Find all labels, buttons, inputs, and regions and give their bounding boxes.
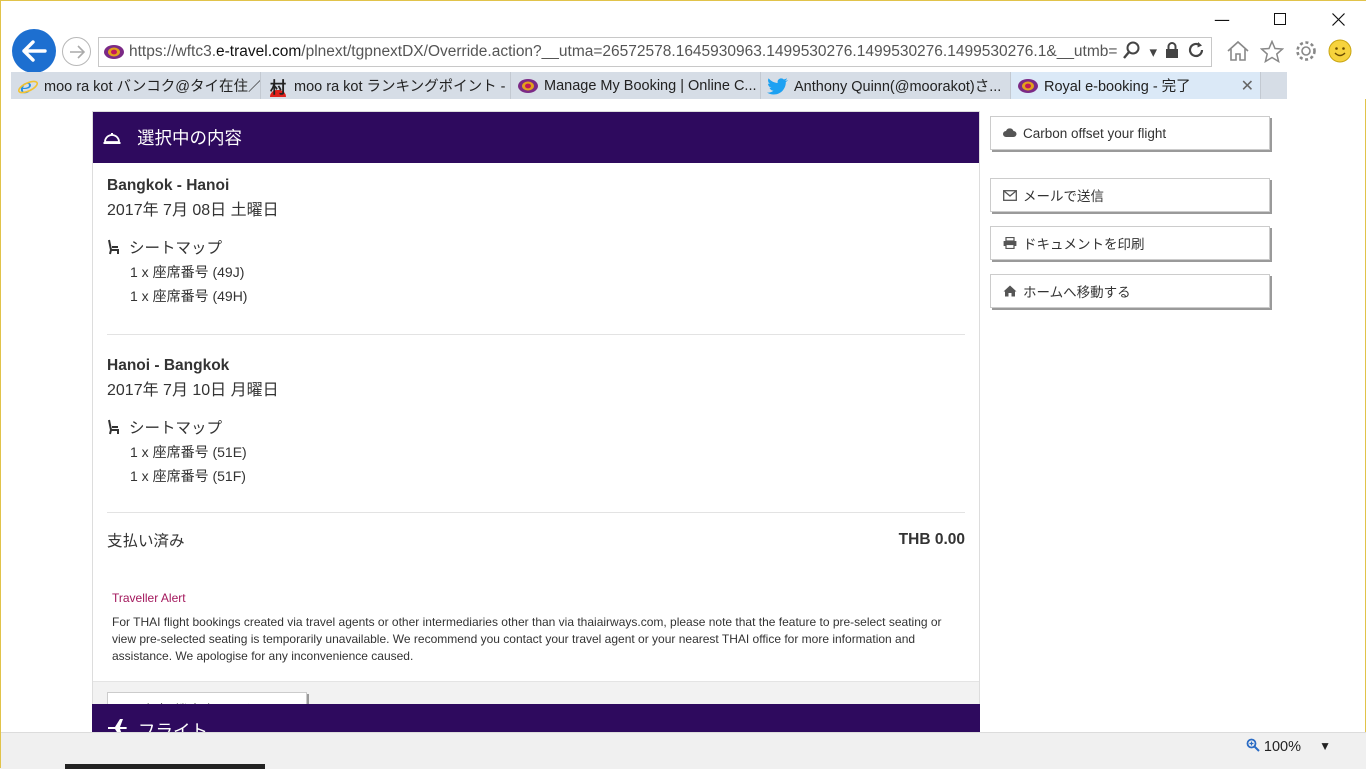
favorites-star-icon[interactable] <box>1259 37 1285 65</box>
flight-segment: Hanoi - Bangkok 2017年 7月 10日 月曜日 シートマップ … <box>107 357 965 486</box>
segment-route: Bangkok - Hanoi <box>107 177 230 194</box>
forward-arrow-icon <box>69 44 85 59</box>
zoom-dropdown-icon[interactable]: ▼ <box>1319 739 1331 753</box>
seatmap-label: シートマップ <box>129 420 223 437</box>
tab-moo-ra-kot-blog[interactable]: e moo ra kot バンコク@タイ在住／... <box>11 72 261 99</box>
alert-title: Traveller Alert <box>112 591 186 605</box>
seat-item: 1 x 座席番号 (49H) <box>130 288 248 304</box>
tab-twitter[interactable]: Anthony Quinn(@moorakot)さ... <box>761 72 1011 99</box>
thai-logo-icon <box>517 75 539 97</box>
dropdown-arrow-icon[interactable]: ▾ <box>1149 43 1157 61</box>
browser-right-icons <box>1225 37 1353 65</box>
envelope-icon <box>1003 189 1019 201</box>
minimize-icon[interactable]: — <box>1193 1 1251 37</box>
booking-summary-panel: 選択中の内容 Bangkok - Hanoi 2017年 7月 08日 土曜日 … <box>92 111 980 732</box>
segment-date: 2017年 7月 08日 土曜日 <box>107 202 279 219</box>
go-home-button[interactable]: ホームへ移動する <box>990 274 1270 308</box>
print-documents-button[interactable]: ドキュメントを印刷 <box>990 226 1270 260</box>
seat-icon <box>107 239 129 255</box>
paid-label: 支払い済み <box>107 533 185 550</box>
browser-window: — https://wftc3.e-travel.com/plnext/tgpn… <box>0 0 1366 769</box>
settings-gear-icon[interactable] <box>1293 37 1319 65</box>
printer-icon <box>1003 237 1019 249</box>
paid-amount: THB 0.00 <box>898 531 965 548</box>
alert-text: For THAI flight bookings created via tra… <box>112 615 942 663</box>
feedback-smiley-icon[interactable] <box>1327 37 1353 65</box>
seat-item: 1 x 座席番号 (51F) <box>130 468 246 484</box>
forward-button[interactable] <box>62 37 91 66</box>
zoom-magnifier-icon <box>1246 738 1260 756</box>
tab-manage-booking[interactable]: Manage My Booking | Online C... <box>511 72 761 99</box>
thai-logo-icon <box>1017 75 1039 97</box>
summary-title: 選択中の内容 <box>137 128 242 148</box>
search-icon[interactable] <box>1123 41 1141 63</box>
seat-item: 1 x 座席番号 (51E) <box>130 444 247 460</box>
thai-logo-icon <box>99 38 129 66</box>
seatmap-heading: シートマップ <box>107 416 965 438</box>
segment-date: 2017年 7月 10日 月曜日 <box>107 382 279 399</box>
summary-header: 選択中の内容 <box>93 112 979 163</box>
back-button[interactable] <box>12 29 56 73</box>
new-tab-button[interactable] <box>1261 72 1287 99</box>
tab-ranking[interactable]: 村 moo ra kot ランキングポイント - に... <box>261 72 511 99</box>
home-icon[interactable] <box>1225 37 1251 65</box>
zoom-control[interactable]: 100% <box>1246 738 1301 756</box>
lock-icon[interactable] <box>1165 41 1179 63</box>
flight-section-header: フライト <box>92 704 980 732</box>
tab-strip: e moo ra kot バンコク@タイ在住／... 村 moo ra kot … <box>11 72 1287 99</box>
service-bell-icon <box>103 131 127 145</box>
back-arrow-icon <box>22 40 47 62</box>
ie-icon: e <box>17 75 39 97</box>
refresh-icon[interactable] <box>1187 41 1205 63</box>
seatmap-heading: シートマップ <box>107 236 965 258</box>
window-controls: — <box>1193 1 1366 37</box>
traveller-alert: Traveller Alert For THAI flight bookings… <box>107 551 965 665</box>
payment-row: 支払い済み THB 0.00 <box>107 527 965 551</box>
flight-segment: Bangkok - Hanoi 2017年 7月 08日 土曜日 シートマップ … <box>107 177 965 306</box>
seat-item: 1 x 座席番号 (49J) <box>130 264 245 280</box>
seatmap-label: シートマップ <box>129 240 223 257</box>
browser-toolbar: — https://wftc3.e-travel.com/plnext/tgpn… <box>1 1 1366 99</box>
divider <box>107 512 965 513</box>
close-window-icon[interactable] <box>1309 1 1366 37</box>
taskbar-edge <box>65 764 265 769</box>
seat-icon <box>107 419 129 435</box>
mura-icon: 村 <box>269 79 286 97</box>
zoom-level: 100% <box>1263 739 1301 755</box>
close-tab-icon[interactable]: ✕ <box>1233 76 1254 96</box>
address-bar[interactable]: https://wftc3.e-travel.com/plnext/tgpnex… <box>98 37 1212 67</box>
page-viewport: 選択中の内容 Bangkok - Hanoi 2017年 7月 08日 土曜日 … <box>11 99 1357 732</box>
segment-route: Hanoi - Bangkok <box>107 357 230 374</box>
maximize-icon[interactable] <box>1251 1 1309 37</box>
airplane-icon <box>106 718 130 732</box>
email-button[interactable]: メールで送信 <box>990 178 1270 212</box>
twitter-icon <box>767 75 789 97</box>
tab-royal-e-booking[interactable]: Royal e-booking - 完了 ✕ <box>1011 72 1261 99</box>
url-text[interactable]: https://wftc3.e-travel.com/plnext/tgpnex… <box>129 43 1117 61</box>
carbon-offset-button[interactable]: Carbon offset your flight <box>990 116 1270 150</box>
home-icon <box>1003 285 1019 297</box>
divider <box>107 334 965 335</box>
flight-section-title: フライト <box>138 721 208 732</box>
cloud-icon <box>1003 128 1019 138</box>
